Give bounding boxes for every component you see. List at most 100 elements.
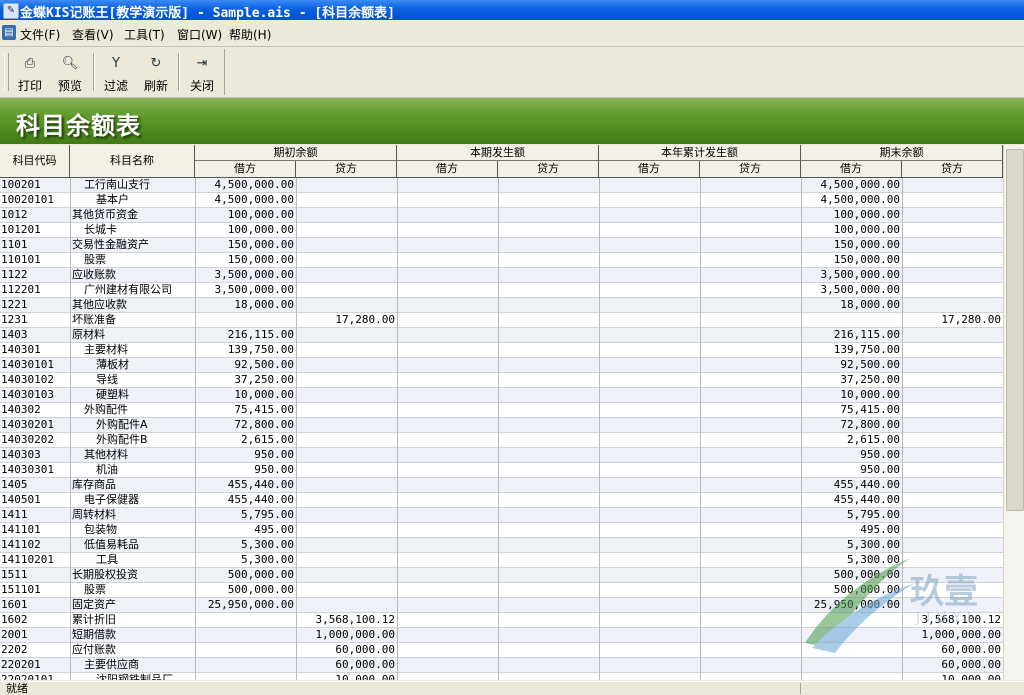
debit-amount-cell (397, 313, 498, 327)
table-row[interactable]: 1231 坏账准备 17,280.00 17,280.00 (0, 313, 1003, 328)
table-row[interactable]: 1405 库存商品 455,440.00 455,440.00 (0, 478, 1003, 493)
menu-bar: ▤ 文件(F) 查看(V) 工具(T) 窗口(W) 帮助(H) (0, 20, 1024, 47)
table-row[interactable]: 1411 周转材料 5,795.00 5,795.00 (0, 508, 1003, 523)
account-code-cell: 140301 (1, 343, 41, 356)
header-debit[interactable]: 借方 (801, 161, 902, 177)
account-code-cell: 220201 (1, 658, 41, 671)
account-name-cell: 外购配件A (96, 418, 148, 431)
document-menu-icon[interactable]: ▤ (2, 25, 16, 40)
debit-amount-cell (599, 373, 700, 387)
menu-file[interactable]: 文件(F) (20, 26, 60, 43)
debit-amount-cell (397, 613, 498, 627)
account-name-cell: 应付账款 (72, 643, 116, 656)
preview-button[interactable]: 🔍︎ 预览 (50, 53, 90, 93)
account-name-cell: 库存商品 (72, 478, 116, 491)
debit-amount-cell: 455,440.00 (227, 478, 294, 491)
account-name-cell: 薄板材 (96, 358, 129, 371)
table-row[interactable]: 1602 累计折旧 3,568,100.12 3,568,100.12 (0, 613, 1003, 628)
account-code-cell: 1411 (1, 508, 28, 521)
table-row[interactable]: 1221 其他应收款 18,000.00 18,000.00 (0, 298, 1003, 313)
debit-amount-cell (801, 658, 902, 672)
table-row[interactable]: 10020101 基本户 4,500,000.00 4,500,000.00 (0, 193, 1003, 208)
table-row[interactable]: 14030201 外购配件A 72,800.00 72,800.00 (0, 418, 1003, 433)
printer-icon: ⎙ (24, 56, 36, 71)
header-credit[interactable]: 贷方 (296, 161, 397, 177)
credit-amount-cell (498, 433, 599, 447)
credit-amount-cell (498, 313, 599, 327)
credit-amount-cell (902, 268, 1003, 282)
table-row[interactable]: 1601 固定资产 25,950,000.00 25,950,000.00 (0, 598, 1003, 613)
debit-amount-cell (599, 223, 700, 237)
header-debit[interactable]: 借方 (195, 161, 296, 177)
table-row[interactable]: 14030202 外购配件B 2,615.00 2,615.00 (0, 433, 1003, 448)
account-name-cell: 工具 (96, 553, 118, 566)
table-row[interactable]: 2202 应付账款 60,000.00 60,000.00 (0, 643, 1003, 658)
table-row[interactable]: 151101 股票 500,000.00 500,000.00 (0, 583, 1003, 598)
table-row[interactable]: 1012 其他货币资金 100,000.00 100,000.00 (0, 208, 1003, 223)
table-row[interactable]: 100201 工行南山支行 4,500,000.00 4,500,000.00 (0, 178, 1003, 193)
credit-amount-cell (296, 448, 397, 462)
table-row[interactable]: 1122 应收账款 3,500,000.00 3,500,000.00 (0, 268, 1003, 283)
vertical-scrollbar[interactable] (1003, 145, 1024, 680)
debit-amount-cell (599, 583, 700, 597)
header-account-name[interactable]: 科目名称 (70, 145, 195, 177)
balance-table[interactable]: 科目代码 科目名称 期初余额 本期发生额 本年累计发生额 期末余额 借方 贷方 … (0, 145, 1003, 680)
account-code-cell: 1012 (1, 208, 28, 221)
table-row[interactable]: 14030101 薄板材 92,500.00 92,500.00 (0, 358, 1003, 373)
credit-amount-cell (902, 433, 1003, 447)
table-row[interactable]: 14030103 硬塑料 10,000.00 10,000.00 (0, 388, 1003, 403)
table-row[interactable]: 14030102 导线 37,250.00 37,250.00 (0, 373, 1003, 388)
table-row[interactable]: 140302 外购配件 75,415.00 75,415.00 (0, 403, 1003, 418)
debit-amount-cell: 455,440.00 (227, 493, 294, 506)
table-row[interactable]: 140303 其他材料 950.00 950.00 (0, 448, 1003, 463)
credit-amount-cell (700, 208, 801, 222)
credit-amount-cell (498, 253, 599, 267)
debit-amount-cell (599, 613, 700, 627)
refresh-button[interactable]: ↻ 刷新 (136, 53, 176, 93)
header-credit[interactable]: 贷方 (902, 161, 1003, 177)
credit-amount-cell (902, 553, 1003, 567)
table-row[interactable]: 14030301 机油 950.00 950.00 (0, 463, 1003, 478)
header-debit[interactable]: 借方 (599, 161, 700, 177)
filter-button[interactable]: Y 过滤 (96, 53, 136, 93)
header-account-code[interactable]: 科目代码 (0, 145, 70, 177)
table-row[interactable]: 2001 短期借款 1,000,000.00 1,000,000.00 (0, 628, 1003, 643)
scrollbar-thumb[interactable] (1006, 149, 1024, 511)
table-row[interactable]: 140301 主要材料 139,750.00 139,750.00 (0, 343, 1003, 358)
debit-amount-cell (599, 253, 700, 267)
credit-amount-cell (700, 343, 801, 357)
column-divider (498, 178, 499, 680)
table-row[interactable]: 1403 原材料 216,115.00 216,115.00 (0, 328, 1003, 343)
credit-amount-cell (902, 493, 1003, 507)
table-row[interactable]: 1101 交易性金融资产 150,000.00 150,000.00 (0, 238, 1003, 253)
table-row[interactable]: 112201 广州建材有限公司 3,500,000.00 3,500,000.00 (0, 283, 1003, 298)
table-row[interactable]: 110101 股票 150,000.00 150,000.00 (0, 253, 1003, 268)
table-row[interactable]: 140501 电子保健器 455,440.00 455,440.00 (0, 493, 1003, 508)
column-divider (296, 178, 297, 680)
credit-amount-cell (498, 418, 599, 432)
menu-tools[interactable]: 工具(T) (124, 26, 165, 43)
credit-amount-cell (498, 538, 599, 552)
debit-amount-cell (599, 508, 700, 522)
table-row[interactable]: 141102 低值易耗品 5,300.00 5,300.00 (0, 538, 1003, 553)
menu-view[interactable]: 查看(V) (72, 26, 114, 43)
account-code-cell: 1221 (1, 298, 28, 311)
debit-amount-cell (397, 478, 498, 492)
close-button[interactable]: ⇥ 关闭 (182, 53, 222, 93)
table-row[interactable]: 141101 包装物 495.00 495.00 (0, 523, 1003, 538)
table-row[interactable]: 22020101 沈阳钢铁制品厂 10,000.00 10,000.00 (0, 673, 1003, 680)
table-row[interactable]: 14110201 工具 5,300.00 5,300.00 (0, 553, 1003, 568)
debit-amount-cell (195, 673, 296, 680)
menu-help[interactable]: 帮助(H) (229, 26, 271, 43)
table-row[interactable]: 1511 长期股权投资 500,000.00 500,000.00 (0, 568, 1003, 583)
menu-window[interactable]: 窗口(W) (177, 26, 222, 43)
print-button[interactable]: ⎙ 打印 (10, 53, 50, 93)
header-debit[interactable]: 借方 (397, 161, 498, 177)
debit-amount-cell (599, 673, 700, 680)
table-row[interactable]: 220201 主要供应商 60,000.00 60,000.00 (0, 658, 1003, 673)
table-row[interactable]: 101201 长城卡 100,000.00 100,000.00 (0, 223, 1003, 238)
header-credit[interactable]: 贷方 (700, 161, 801, 177)
account-name-cell: 外购配件 (84, 403, 128, 416)
header-credit[interactable]: 贷方 (498, 161, 599, 177)
toolbar-grip[interactable] (4, 53, 9, 91)
